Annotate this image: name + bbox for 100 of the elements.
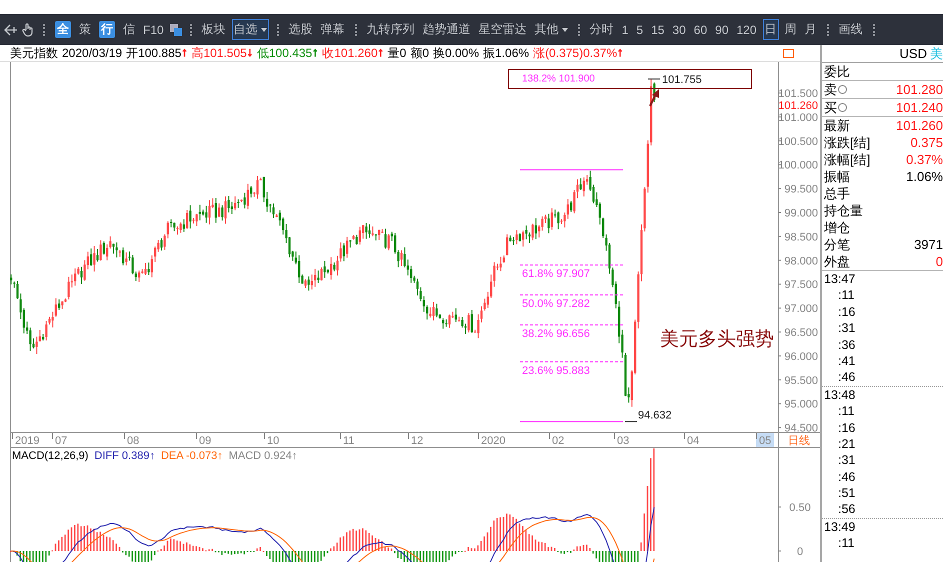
toolbar-item[interactable]: 15 <box>649 20 666 38</box>
tick-time: :46 <box>837 468 856 486</box>
tick-time: 13:48 <box>822 386 943 404</box>
quote-label: 买 <box>824 98 837 116</box>
toolbar-item[interactable]: 自选 <box>232 19 269 40</box>
quote-value: 3971 <box>914 237 943 252</box>
date-tick-label: 12 <box>411 435 424 447</box>
toolbar-item[interactable]: 30 <box>670 20 688 38</box>
price-tick-label: 101.500 <box>778 88 818 100</box>
date-tick-label: 07 <box>55 435 68 447</box>
quote-label: 委比 <box>824 62 850 80</box>
price-tick-label: 95.000 <box>784 398 818 411</box>
date-tick-label: 04 <box>687 435 700 447</box>
toolbar-item[interactable]: 板块 <box>200 19 228 40</box>
quote-value: 0.375 <box>910 135 943 150</box>
quote-date: 2020/03/19 <box>62 46 122 60</box>
tick-time: :51 <box>837 485 856 502</box>
quote-label: 总手 <box>824 184 850 202</box>
toolbar-item[interactable]: 九转序列 <box>364 19 417 40</box>
toolbar-item[interactable]: 1 <box>620 20 630 38</box>
toolbar-item[interactable]: 选股 <box>286 19 315 40</box>
toolbar-item[interactable]: 分时 <box>588 19 616 40</box>
price-tick-label: 100.000 <box>778 160 818 172</box>
trend-arrow: ↑ <box>312 44 318 60</box>
price-tick-label: 97.500 <box>784 279 818 292</box>
date-tick-label: 11 <box>343 435 354 447</box>
price-tick-label: 99.000 <box>784 208 818 220</box>
toolbar-item[interactable]: 趋势通道 <box>420 19 473 40</box>
trend-arrow: ↑ <box>378 44 384 60</box>
tick-time: :31 <box>837 452 856 469</box>
fib-label: 23.6% 95.883 <box>522 364 590 377</box>
indicator-value: DIFF 0.389↑ <box>94 450 155 462</box>
instrument-name: 美 <box>930 45 943 62</box>
toolbar-item[interactable]: 周 <box>782 19 799 40</box>
toolbar-item[interactable]: 日 <box>762 19 779 40</box>
toolbar-item[interactable]: 其他 <box>532 19 570 40</box>
date-tick-label: 09 <box>199 435 212 447</box>
fib-label: 61.8% 97.907 <box>522 268 590 280</box>
last-price-label: 101.260 <box>778 100 818 112</box>
date-tick-label: 08 <box>127 435 140 447</box>
date-tick-label: 05 <box>759 435 772 447</box>
tick-time: 13:47 <box>823 271 856 288</box>
price-tick-label: 100.500 <box>778 136 818 148</box>
tick-time: :16 <box>837 304 856 320</box>
quote-value: 101.240 <box>896 100 943 115</box>
toolbar-item[interactable]: 5 <box>634 20 646 38</box>
price-tick-label: 97.000 <box>784 303 818 316</box>
quote-field: 收101.260 <box>322 44 378 62</box>
toolbar-item[interactable]: 90 <box>713 20 730 38</box>
quote-field: 换0.00% <box>433 44 480 62</box>
tick-time: :16 <box>837 420 856 436</box>
quote-label: 持仓量 <box>824 202 863 220</box>
price-tick-label: 101.000 <box>778 112 818 124</box>
quote-field: 额0 <box>410 44 429 62</box>
high-price-label: 101.755 <box>662 74 702 86</box>
toolbar-item[interactable]: 60 <box>692 20 710 38</box>
quote-field: 高101.505 <box>191 44 247 62</box>
currency-code: USD <box>900 46 927 61</box>
quote-value: 1.06% <box>906 169 943 184</box>
period-label: 日线 <box>788 435 810 447</box>
low-price-label: 94.632 <box>638 410 672 422</box>
quote-field: 量0 <box>388 44 406 62</box>
date-tick-label: 10 <box>267 435 280 447</box>
tick-time: 13:49 <box>822 518 943 536</box>
quote-value: 101.260 <box>896 118 943 133</box>
trend-arrow: ↓ <box>246 44 253 60</box>
chart-annotation: 美元多头强势 <box>660 329 774 350</box>
fib-label: 138.2% 101.900 <box>522 74 595 84</box>
toolbar-item[interactable]: F10 <box>141 20 166 38</box>
indicator-value: DEA -0.073↑ <box>160 450 223 462</box>
tick-time: :41 <box>837 352 856 370</box>
tick-time: :46 <box>837 369 856 386</box>
fib-label: 50.0% 97.282 <box>522 298 590 310</box>
quote-field: 涨(0.375)0.37% <box>533 44 618 62</box>
quote-label: 涨跌[结] <box>824 134 870 152</box>
quote-label: 外盘 <box>824 252 850 270</box>
date-tick-label: 02 <box>552 435 564 447</box>
date-tick-label: 2020 <box>481 435 506 447</box>
tick-time: :31 <box>837 320 856 337</box>
quote-value: 0.37% <box>906 152 943 167</box>
quote-value: 101.280 <box>896 82 943 97</box>
indicator-value: MACD 0.924↑ <box>228 450 298 462</box>
toolbar-item[interactable]: 画线 <box>836 19 865 40</box>
toolbar-item[interactable]: 弹幕 <box>318 19 347 40</box>
tick-time: :11 <box>837 287 856 304</box>
quote-label: 增仓 <box>824 218 850 236</box>
price-tick-label: 98.000 <box>784 255 818 268</box>
toolbar-item[interactable]: 策 <box>77 19 93 40</box>
quote-label: 分笔 <box>824 236 850 254</box>
toolbar-item[interactable]: 信 <box>121 19 137 40</box>
tick-time: :21 <box>837 436 856 452</box>
quote-label: 最新 <box>824 116 850 134</box>
toolbar-item[interactable]: 120 <box>734 20 759 38</box>
price-tick-label: 94.500 <box>784 422 818 432</box>
price-tick-label: 98.500 <box>784 231 818 244</box>
toolbar-item[interactable]: 月 <box>802 19 819 40</box>
toolbar-item[interactable]: 星空雷达 <box>476 19 529 40</box>
price-tick-label: 95.500 <box>784 374 818 387</box>
macd-tick-label: 0 <box>796 546 804 558</box>
quote-field: 开100.885 <box>126 44 182 62</box>
